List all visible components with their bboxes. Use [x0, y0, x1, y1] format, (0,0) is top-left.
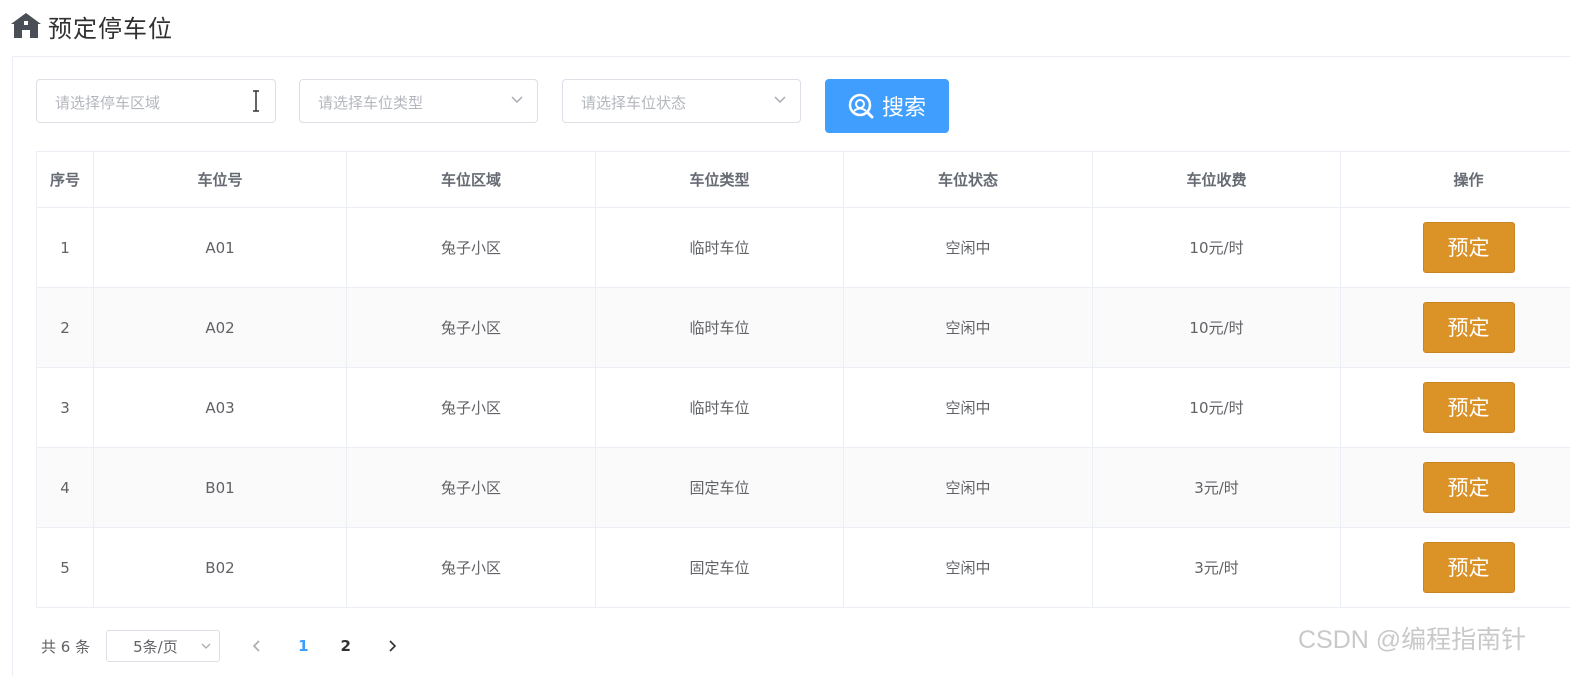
cell-area: 兔子小区 [347, 448, 596, 528]
status-select[interactable]: 请选择车位状态 [562, 79, 801, 123]
cell-fee: 10元/时 [1093, 208, 1341, 288]
chevron-down-icon [201, 643, 211, 650]
cell-type: 临时车位 [596, 368, 844, 448]
text-cursor-icon [251, 90, 261, 112]
chevron-down-icon [774, 96, 786, 104]
cell-type: 临时车位 [596, 208, 844, 288]
cell-area: 兔子小区 [347, 208, 596, 288]
cell-fee: 10元/时 [1093, 288, 1341, 368]
column-header-index: 序号 [37, 152, 94, 208]
cell-fee: 3元/时 [1093, 528, 1341, 608]
cell-number: A03 [94, 368, 347, 448]
book-button[interactable]: 预定 [1423, 382, 1515, 433]
prev-page-icon[interactable] [250, 639, 264, 653]
cell-number: B02 [94, 528, 347, 608]
cell-area: 兔子小区 [347, 528, 596, 608]
chevron-down-icon [511, 96, 523, 104]
cell-type: 固定车位 [596, 448, 844, 528]
book-button[interactable]: 预定 [1423, 542, 1515, 593]
cell-status: 空闲中 [844, 528, 1093, 608]
table-row: 3 A03 兔子小区 临时车位 空闲中 10元/时 预定 [37, 368, 1570, 448]
area-select[interactable]: 请选择停车区域 [36, 79, 276, 123]
book-button[interactable]: 预定 [1423, 462, 1515, 513]
cell-status: 空闲中 [844, 288, 1093, 368]
cell-action: 预定 [1341, 448, 1570, 528]
search-icon [848, 93, 874, 119]
cell-fee: 3元/时 [1093, 448, 1341, 528]
page-number-1[interactable]: 1 [298, 637, 308, 655]
table-row: 1 A01 兔子小区 临时车位 空闲中 10元/时 预定 [37, 208, 1570, 288]
search-button[interactable]: 搜索 [825, 79, 949, 133]
home-icon [10, 12, 42, 40]
table-row: 2 A02 兔子小区 临时车位 空闲中 10元/时 预定 [37, 288, 1570, 368]
table-header-row: 序号 车位号 车位区域 车位类型 车位状态 车位收费 操作 [37, 152, 1570, 208]
next-page-icon[interactable] [385, 639, 399, 653]
cell-type: 临时车位 [596, 288, 844, 368]
column-header-status: 车位状态 [844, 152, 1093, 208]
table-row: 5 B02 兔子小区 固定车位 空闲中 3元/时 预定 [37, 528, 1570, 608]
type-select[interactable]: 请选择车位类型 [299, 79, 538, 123]
page-title: 预定停车位 [48, 9, 173, 44]
cell-action: 预定 [1341, 528, 1570, 608]
page-header: 预定停车位 [10, 8, 173, 44]
book-button[interactable]: 预定 [1423, 302, 1515, 353]
cell-type: 固定车位 [596, 528, 844, 608]
cell-fee: 10元/时 [1093, 368, 1341, 448]
cell-index: 5 [37, 528, 94, 608]
cell-number: A01 [94, 208, 347, 288]
cell-number: B01 [94, 448, 347, 528]
area-select-placeholder: 请选择停车区域 [55, 92, 160, 113]
column-header-area: 车位区域 [347, 152, 596, 208]
search-button-label: 搜索 [882, 90, 926, 122]
cell-index: 3 [37, 368, 94, 448]
column-header-action: 操作 [1341, 152, 1570, 208]
cell-index: 1 [37, 208, 94, 288]
type-select-placeholder: 请选择车位类型 [318, 92, 423, 113]
pagination-total: 共 6 条 [41, 636, 90, 657]
book-button[interactable]: 预定 [1423, 222, 1515, 273]
column-header-fee: 车位收费 [1093, 152, 1341, 208]
cell-area: 兔子小区 [347, 288, 596, 368]
pagination: 共 6 条 5条/页 1 2 [36, 630, 399, 662]
parking-table: 序号 车位号 车位区域 车位类型 车位状态 车位收费 操作 1 A01 兔子小区… [36, 151, 1570, 608]
cell-number: A02 [94, 288, 347, 368]
table-row: 4 B01 兔子小区 固定车位 空闲中 3元/时 预定 [37, 448, 1570, 528]
cell-action: 预定 [1341, 368, 1570, 448]
cell-status: 空闲中 [844, 448, 1093, 528]
page-number-2[interactable]: 2 [341, 637, 351, 655]
cell-action: 预定 [1341, 208, 1570, 288]
page-size-select[interactable]: 5条/页 [106, 630, 220, 662]
cell-status: 空闲中 [844, 368, 1093, 448]
cell-action: 预定 [1341, 288, 1570, 368]
status-select-placeholder: 请选择车位状态 [581, 92, 686, 113]
cell-area: 兔子小区 [347, 368, 596, 448]
page-size-value: 5条/页 [133, 636, 178, 657]
cell-index: 2 [37, 288, 94, 368]
cell-index: 4 [37, 448, 94, 528]
cell-status: 空闲中 [844, 208, 1093, 288]
column-header-number: 车位号 [94, 152, 347, 208]
watermark: CSDN @编程指南针 [1298, 620, 1526, 656]
column-header-type: 车位类型 [596, 152, 844, 208]
